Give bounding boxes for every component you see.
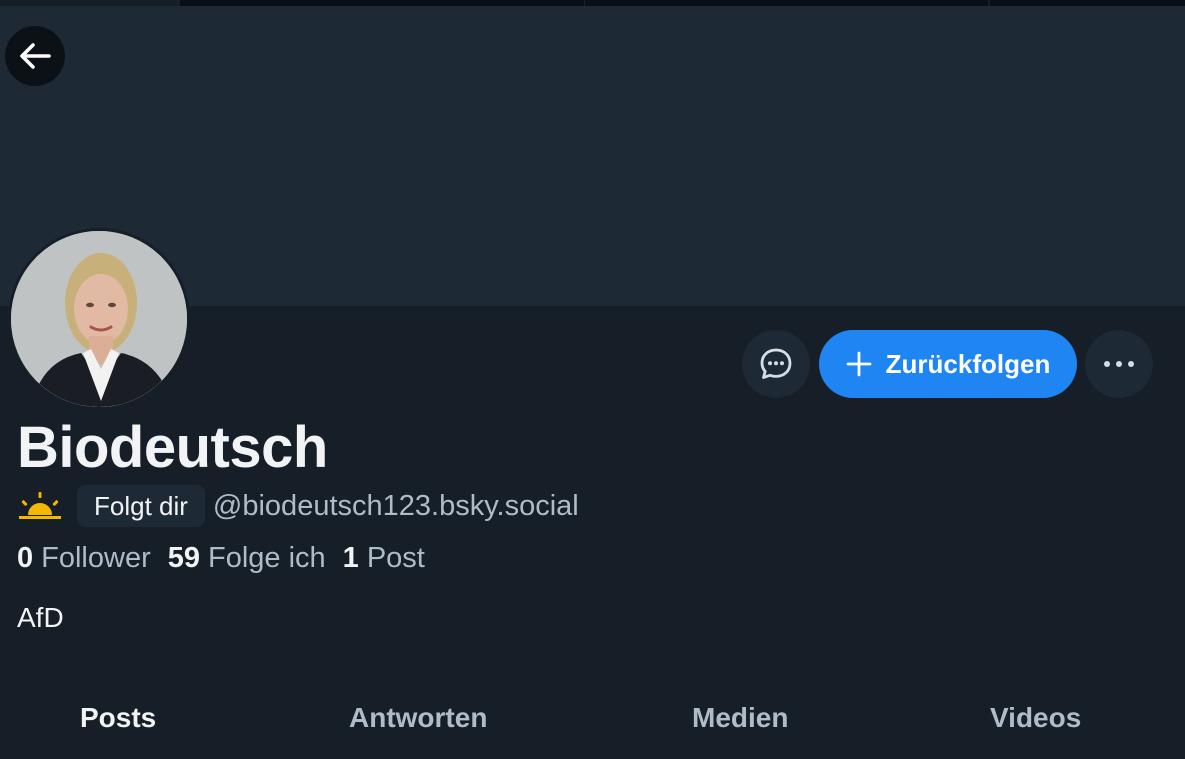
profile-stats: 0 Follower 59 Folge ich 1 Post: [17, 542, 442, 575]
following-count[interactable]: 59: [168, 542, 200, 575]
display-name: Biodeutsch: [17, 415, 328, 480]
tab-videos[interactable]: Videos: [990, 702, 1081, 734]
handle-row: Folgt dir @biodeutsch123.bsky.social: [17, 485, 579, 527]
followers-count[interactable]: 0: [17, 542, 33, 575]
follow-back-button[interactable]: Zurückfolgen: [819, 330, 1077, 398]
avatar-image: [11, 231, 187, 407]
following-label[interactable]: Folge ich: [208, 542, 326, 575]
tab-posts[interactable]: Posts: [80, 702, 156, 734]
posts-label: Post: [366, 542, 425, 574]
more-options-button[interactable]: [1085, 330, 1153, 398]
profile-bio: AfD: [17, 602, 64, 633]
profile-handle[interactable]: @biodeutsch123.bsky.social: [213, 490, 579, 523]
tab-media[interactable]: Medien: [692, 702, 788, 734]
followers-label[interactable]: Follower: [41, 542, 151, 575]
posts-count: 1: [342, 542, 359, 574]
chat-bubble-icon: [760, 348, 792, 379]
profile-banner: [0, 6, 1185, 306]
ellipsis-icon: [1104, 361, 1134, 367]
tab-replies[interactable]: Antworten: [349, 702, 487, 734]
back-button[interactable]: [5, 26, 65, 86]
message-button[interactable]: [742, 330, 810, 398]
avatar[interactable]: [8, 228, 190, 410]
follows-you-badge: Folgt dir: [77, 485, 205, 527]
sunrise-icon: [19, 492, 61, 519]
plus-icon: [846, 351, 872, 377]
follow-back-label: Zurückfolgen: [885, 348, 1051, 379]
arrow-left-icon: [20, 43, 51, 69]
